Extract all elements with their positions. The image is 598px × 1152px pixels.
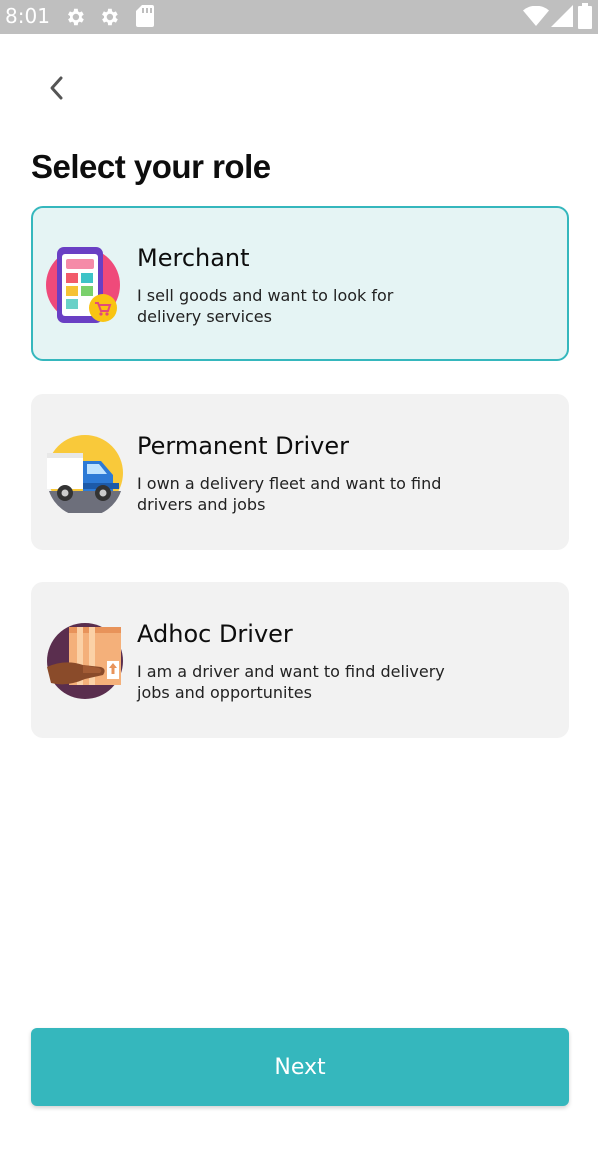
status-time: 8:01 (5, 4, 50, 28)
page-title: Select your role (31, 148, 271, 185)
role-title: Permanent Driver (137, 432, 349, 460)
chevron-left-icon (46, 74, 66, 106)
wifi-icon (523, 5, 549, 30)
back-button[interactable] (36, 70, 76, 110)
merchant-phone-shop-icon (45, 245, 125, 323)
signal-icon (551, 5, 573, 31)
battery-icon (578, 3, 592, 33)
sd-card-icon (136, 5, 154, 31)
role-title: Adhoc Driver (137, 620, 293, 648)
role-card-adhoc-driver[interactable]: Adhoc Driver I am a driver and want to f… (31, 582, 569, 738)
role-description: I am a driver and want to find delivery … (137, 662, 445, 702)
status-bar: 8:01 (0, 0, 598, 34)
delivery-truck-icon (45, 433, 125, 517)
role-card-permanent-driver[interactable]: Permanent Driver I own a delivery fleet … (31, 394, 569, 550)
settings-gear-icon (64, 6, 86, 32)
role-card-merchant[interactable]: Merchant I sell goods and want to look f… (31, 206, 569, 361)
settings-gear-icon (98, 6, 120, 32)
role-description: I own a delivery fleet and want to find … (137, 474, 442, 514)
role-description: I sell goods and want to look for delive… (137, 286, 394, 326)
role-title: Merchant (137, 244, 250, 272)
next-button[interactable]: Next (31, 1028, 569, 1106)
hand-package-icon (45, 621, 125, 699)
